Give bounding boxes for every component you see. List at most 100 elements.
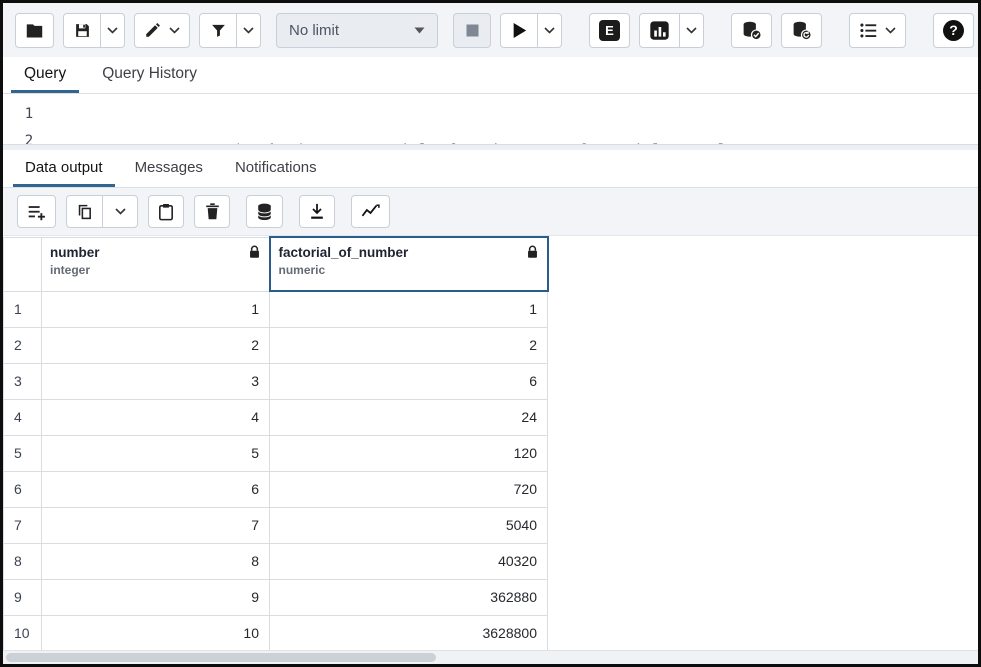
cell-number[interactable]: 4: [42, 399, 270, 435]
sql-keyword: FROM: [522, 141, 578, 144]
copy-options-button[interactable]: [102, 195, 138, 228]
tab-messages[interactable]: Messages: [123, 150, 215, 187]
save-options-button[interactable]: [100, 13, 125, 48]
explain-button[interactable]: E: [589, 13, 630, 48]
explain-options-button[interactable]: [679, 13, 704, 48]
row-number-cell[interactable]: 8: [4, 543, 42, 579]
edit-group: [134, 13, 190, 48]
cell-factorial[interactable]: 362880: [270, 579, 548, 615]
explain-icon: E: [599, 20, 620, 41]
cell-number[interactable]: 3: [42, 363, 270, 399]
row-number-cell[interactable]: 7: [4, 507, 42, 543]
cell-number[interactable]: 7: [42, 507, 270, 543]
row-number-cell[interactable]: 3: [4, 363, 42, 399]
filter-group: [199, 13, 261, 48]
row-number-cell[interactable]: 10: [4, 615, 42, 650]
row-number-cell[interactable]: 2: [4, 327, 42, 363]
sql-text: (: [232, 141, 241, 144]
help-button[interactable]: ?: [933, 13, 974, 48]
cell-factorial[interactable]: 120: [270, 435, 548, 471]
cell-factorial[interactable]: 5040: [270, 507, 548, 543]
row-number-cell[interactable]: 9: [4, 579, 42, 615]
macros-button[interactable]: [849, 13, 906, 48]
tab-query-history[interactable]: Query History: [89, 57, 210, 93]
line-number: 2: [3, 128, 55, 144]
cell-number[interactable]: 2: [42, 327, 270, 363]
filter-options-button[interactable]: [236, 13, 261, 48]
execute-group: [500, 13, 562, 48]
save-data-button[interactable]: [246, 195, 283, 228]
explain-analyze-group: [639, 13, 704, 48]
help-glyph: ?: [949, 22, 958, 38]
cell-number[interactable]: 5: [42, 435, 270, 471]
cell-factorial[interactable]: 24: [270, 399, 548, 435]
grid-corner-cell[interactable]: [4, 237, 42, 291]
line-number-gutter: 1 2: [3, 94, 55, 144]
add-row-group: [17, 195, 56, 228]
column-header-factorial-of-number[interactable]: factorial_of_number numeric: [270, 237, 548, 291]
execute-options-button[interactable]: [537, 13, 562, 48]
paste-icon: [158, 203, 174, 221]
copy-button[interactable]: [66, 195, 103, 228]
sql-text: *,: [111, 141, 148, 144]
delete-rows-button[interactable]: [194, 195, 230, 228]
chevron-down-icon: [115, 208, 126, 215]
cell-factorial[interactable]: 720: [270, 471, 548, 507]
table-row: 6 6 720: [4, 471, 548, 507]
edit-pencil-icon: [144, 21, 162, 39]
download-button[interactable]: [299, 195, 335, 228]
column-type: numeric: [279, 263, 409, 277]
open-file-button[interactable]: [15, 13, 54, 48]
column-name: number: [50, 245, 100, 260]
add-row-button[interactable]: [17, 195, 56, 228]
tab-notifications[interactable]: Notifications: [223, 150, 329, 187]
cell-number[interactable]: 8: [42, 543, 270, 579]
tab-query[interactable]: Query: [11, 57, 79, 93]
download-csv-icon: [309, 203, 325, 220]
row-limit-value: No limit: [289, 22, 339, 39]
graph-button[interactable]: [351, 195, 390, 228]
main-toolbar: No limit: [3, 3, 978, 57]
download-group: [299, 195, 335, 228]
paste-button[interactable]: [148, 195, 184, 228]
column-meta: factorial_of_number numeric: [279, 245, 409, 277]
lock-icon: [526, 245, 539, 259]
cell-factorial[interactable]: 2: [270, 327, 548, 363]
scrollbar-thumb[interactable]: [6, 653, 436, 662]
stop-button[interactable]: [453, 13, 491, 48]
sql-line-1: SELECT *, FACTORIAL(number) AS Factorial…: [55, 137, 746, 144]
table-row: 8 8 40320: [4, 543, 548, 579]
commit-button[interactable]: [731, 13, 772, 48]
execute-button[interactable]: [500, 13, 538, 48]
cell-number[interactable]: 1: [42, 291, 270, 327]
column-header-number[interactable]: number integer: [42, 237, 270, 291]
row-number-cell[interactable]: 6: [4, 471, 42, 507]
row-limit-select[interactable]: No limit: [276, 13, 438, 48]
paste-group: [148, 195, 184, 228]
cell-number[interactable]: 10: [42, 615, 270, 650]
chevron-down-icon: [107, 27, 118, 34]
tab-data-output[interactable]: Data output: [13, 150, 115, 187]
sql-editor[interactable]: 1 2 SELECT *, FACTORIAL(number) AS Facto…: [3, 94, 978, 144]
cell-number[interactable]: 6: [42, 471, 270, 507]
filter-button[interactable]: [199, 13, 237, 48]
row-number-cell[interactable]: 1: [4, 291, 42, 327]
edit-button[interactable]: [134, 13, 190, 48]
row-number-cell[interactable]: 5: [4, 435, 42, 471]
save-data-group: [246, 195, 283, 228]
explain-analyze-icon: [649, 20, 670, 41]
chevron-down-icon: [243, 27, 254, 34]
rollback-button[interactable]: [781, 13, 822, 48]
sql-code-area[interactable]: SELECT *, FACTORIAL(number) AS Factorial…: [55, 94, 746, 144]
commit-group: [731, 13, 772, 48]
cell-factorial[interactable]: 6: [270, 363, 548, 399]
row-number-cell[interactable]: 4: [4, 399, 42, 435]
cell-number[interactable]: 9: [42, 579, 270, 615]
cell-factorial[interactable]: 1: [270, 291, 548, 327]
cell-factorial[interactable]: 3628800: [270, 615, 548, 650]
table-row: 1 1 1: [4, 291, 548, 327]
explain-analyze-button[interactable]: [639, 13, 680, 48]
cell-factorial[interactable]: 40320: [270, 543, 548, 579]
save-button[interactable]: [63, 13, 101, 48]
horizontal-scrollbar[interactable]: [3, 650, 978, 664]
